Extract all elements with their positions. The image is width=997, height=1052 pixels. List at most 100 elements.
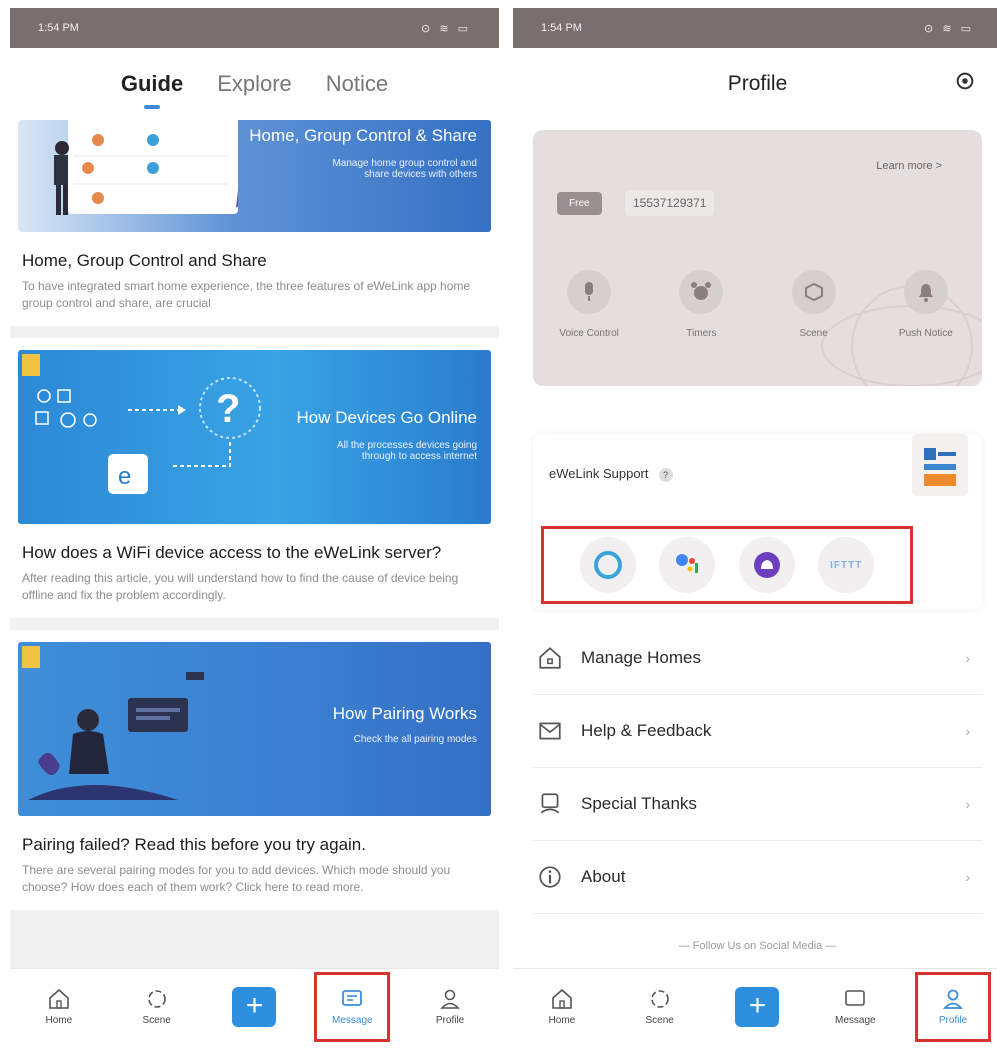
status-icons: ⊙ ≋ ▭: [924, 22, 974, 35]
message-icon: [342, 990, 363, 1006]
menu-label: Manage Homes: [581, 648, 702, 667]
support-title-text: eWeLink Support: [549, 466, 649, 481]
support-title: eWeLink Support?: [549, 466, 673, 482]
banner-subtitle: Manage home group control and share devi…: [332, 158, 477, 180]
guide-feed[interactable]: Home, Group Control & Share Manage home …: [10, 120, 499, 968]
guide-banner: ? e How Devices Go Online All the proces…: [18, 350, 491, 524]
banner-subtitle: All the processes devices going through …: [336, 440, 477, 462]
home-group-illustration: [54, 120, 238, 215]
follow-social-link[interactable]: — Follow Us on Social Media —: [513, 940, 997, 952]
home-icon: [552, 988, 572, 1009]
tab-notice[interactable]: Notice: [326, 71, 388, 97]
guide-card[interactable]: ? e How Devices Go Online All the proces…: [10, 338, 499, 618]
guide-banner: How Pairing Works Check the all pairing …: [18, 642, 491, 816]
ifttt-button[interactable]: IFTTT: [818, 537, 875, 593]
card-description: After reading this article, you will und…: [22, 571, 459, 602]
status-bar: 1:54 PM ⊙ ≋ ▭: [513, 8, 997, 48]
menu-manage-homes[interactable]: Manage Homes ›: [533, 622, 982, 695]
nav-scene[interactable]: Scene: [122, 975, 192, 1039]
message-icon: [845, 990, 866, 1006]
status-time: 1:54 PM: [541, 22, 582, 34]
plan-badge: Free: [557, 192, 602, 215]
nav-message[interactable]: Message: [820, 975, 890, 1039]
chevron-right-icon: ›: [965, 650, 970, 666]
banner-subtitle: Check the all pairing modes: [353, 734, 477, 745]
nav-label: Message: [331, 1015, 373, 1026]
guide-card[interactable]: Home, Group Control & Share Manage home …: [10, 120, 499, 326]
alexa-button[interactable]: [579, 537, 636, 593]
profile-header: Profile: [513, 48, 997, 120]
gear-icon[interactable]: [954, 70, 976, 92]
tab-explore[interactable]: Explore: [217, 71, 292, 97]
feature-timers[interactable]: Timers: [651, 270, 751, 339]
nav-add[interactable]: +: [219, 975, 289, 1039]
feature-push-notice[interactable]: Push Notice: [876, 270, 976, 339]
scene-icon: [650, 990, 669, 1008]
alice-button[interactable]: [738, 537, 795, 593]
nav-profile[interactable]: Profile: [415, 975, 485, 1039]
banner-title: How Pairing Works: [332, 704, 477, 723]
nav-label: Scene: [645, 1015, 674, 1026]
menu-special-thanks[interactable]: Special Thanks ›: [533, 768, 982, 841]
bell-icon: [918, 284, 933, 302]
nav-home[interactable]: Home: [527, 975, 597, 1039]
add-icon: +: [232, 986, 277, 1027]
account-card: Learn more > Free 15537129371 Voice Cont…: [533, 130, 982, 386]
card-description: To have integrated smart home experience…: [22, 279, 471, 310]
nav-add[interactable]: +: [722, 975, 792, 1039]
menu-label: About: [581, 867, 626, 886]
menu-label: Help & Feedback: [581, 721, 712, 740]
tab-guide[interactable]: Guide: [121, 71, 183, 109]
guide-banner: Home, Group Control & Share Manage home …: [18, 120, 491, 232]
scene-icon: [147, 990, 166, 1008]
info-icon: [539, 866, 561, 888]
feature-voice-control[interactable]: Voice Control: [539, 270, 639, 339]
follow-label: Follow Us on Social Media: [692, 940, 823, 952]
nav-label: Profile: [435, 1015, 465, 1026]
google-assistant-button[interactable]: [659, 537, 716, 593]
alarm-clock-icon: [691, 282, 712, 300]
profile-icon: [440, 989, 460, 1009]
card-title: How does a WiFi device access to the eWe…: [22, 543, 442, 562]
chevron-right-icon: ›: [965, 796, 970, 812]
envelope-icon: [539, 722, 561, 740]
menu-label: Special Thanks: [581, 794, 697, 813]
alice-icon: [753, 552, 780, 578]
menu-about[interactable]: About ›: [533, 841, 982, 914]
feature-scene[interactable]: Scene: [764, 270, 864, 339]
feature-label: Scene: [799, 328, 828, 339]
guide-card[interactable]: How Pairing Works Check the all pairing …: [10, 630, 499, 910]
page-title: Profile: [727, 72, 788, 95]
card-title: Home, Group Control and Share: [22, 251, 267, 270]
banner-title: Home, Group Control & Share: [249, 126, 477, 145]
devices-online-illustration: ? e: [22, 354, 261, 494]
card-title: Pairing failed? Read this before you try…: [22, 835, 366, 854]
nav-home[interactable]: Home: [24, 975, 94, 1039]
feature-label: Timers: [686, 328, 717, 339]
microphone-icon: [585, 282, 594, 301]
profile-screen: 1:54 PM ⊙ ≋ ▭ Profile Learn more > Free …: [513, 8, 997, 1044]
add-icon: +: [735, 986, 780, 1027]
chevron-right-icon: ›: [965, 723, 970, 739]
profile-menu: Manage Homes › Help & Feedback › Special…: [533, 622, 982, 914]
learn-more-link[interactable]: Learn more >: [876, 160, 942, 172]
nav-profile[interactable]: Profile: [915, 971, 992, 1042]
help-badge[interactable]: ?: [658, 468, 673, 482]
profile-body[interactable]: Learn more > Free 15537129371 Voice Cont…: [513, 120, 997, 968]
google-assistant-icon: [676, 554, 699, 573]
feature-label: Push Notice: [898, 328, 953, 339]
feature-row: Voice Control Timers Scene Push Notice: [533, 270, 982, 339]
house-icon: [539, 647, 561, 669]
nav-label: Home: [45, 1015, 73, 1026]
status-time: 1:54 PM: [38, 22, 79, 34]
nav-message[interactable]: Message: [314, 971, 391, 1042]
ifttt-icon: IFTTT: [830, 559, 863, 571]
bottom-nav: Home Scene + Message Profile: [513, 968, 997, 1044]
status-bar: 1:54 PM ⊙ ≋ ▭: [10, 8, 499, 48]
nav-scene[interactable]: Scene: [625, 975, 695, 1039]
guide-screen: 1:54 PM ⊙ ≋ ▭ Guide Explore Notice Home,…: [10, 8, 499, 1044]
menu-help-feedback[interactable]: Help & Feedback ›: [533, 695, 982, 768]
bottom-nav: Home Scene + Message Profile: [10, 968, 499, 1044]
card-description: There are several pairing modes for you …: [22, 863, 451, 894]
nav-label: Home: [548, 1015, 576, 1026]
